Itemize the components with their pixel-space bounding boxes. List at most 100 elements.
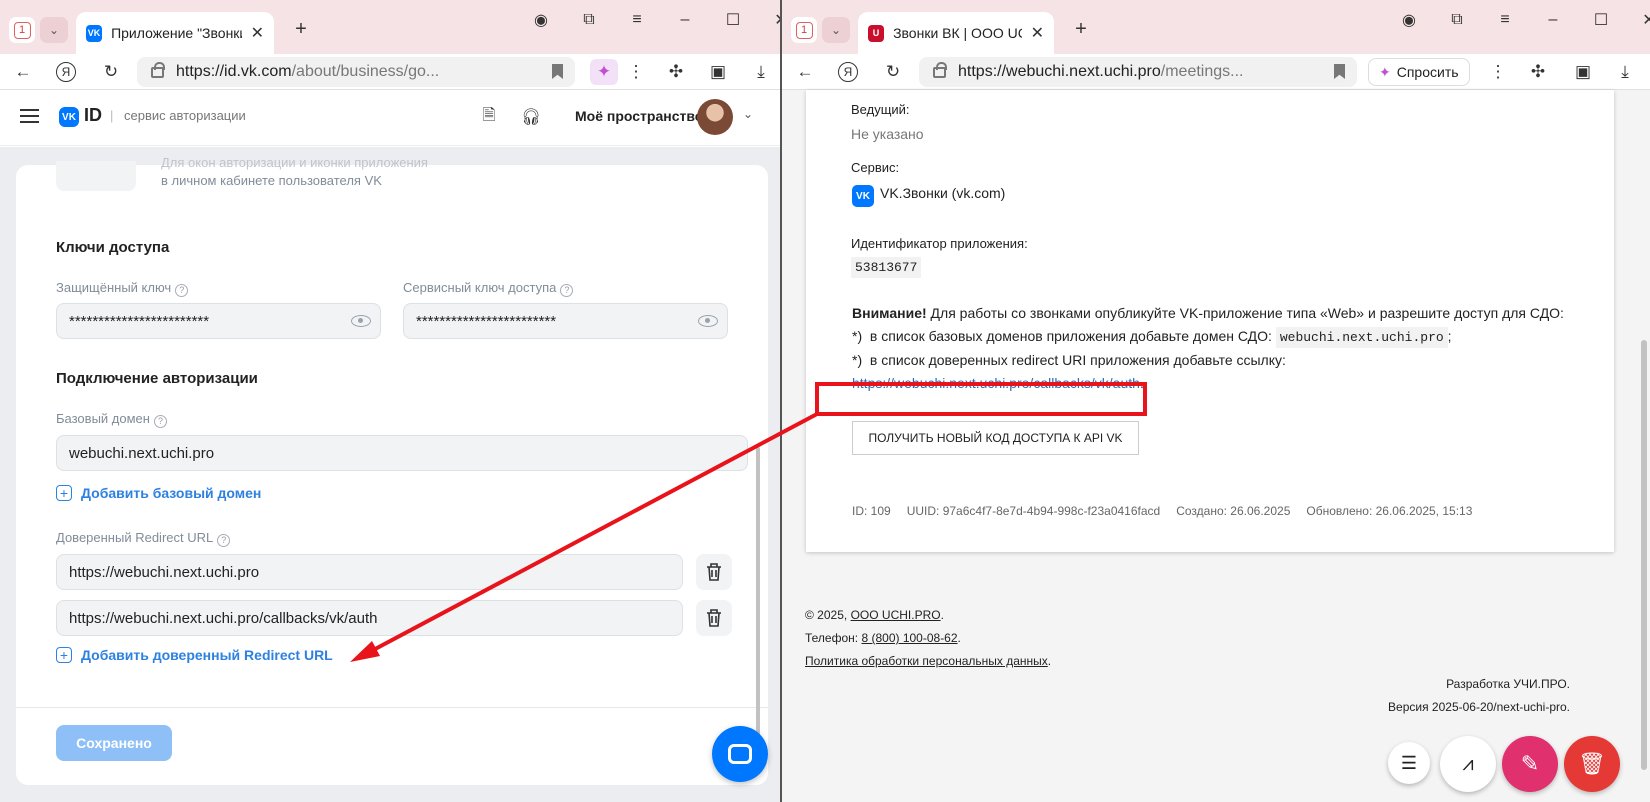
- ask-button[interactable]: ✦ Спросить: [1368, 58, 1470, 86]
- access-keys-title: Ключи доступа: [56, 239, 170, 256]
- alice-icon: ✦: [1379, 63, 1391, 80]
- vk-favicon-icon: VK: [86, 24, 103, 42]
- redirect-url-input-1[interactable]: https://webuchi.next.uchi.pro: [56, 554, 683, 590]
- tab-list-chevron-icon[interactable]: ⌄: [40, 17, 68, 43]
- trash-icon[interactable]: [696, 554, 732, 590]
- tab-strip: 1 ⌄ U Звонки ВК | ООО UCHI ✕ + ◉ ⧉ ≡ – ☐…: [782, 0, 1650, 54]
- hamburger-icon[interactable]: [20, 109, 39, 123]
- step-2-prefix: *): [852, 352, 863, 368]
- phone-prefix: Телефон:: [805, 631, 859, 645]
- profile-icon[interactable]: ◉: [1400, 10, 1418, 30]
- new-tab-button[interactable]: +: [290, 18, 312, 40]
- reload-icon[interactable]: ↻: [882, 61, 904, 83]
- extensions-icon[interactable]: ✣: [665, 61, 687, 83]
- alice-icon[interactable]: ✦: [590, 59, 618, 85]
- help-icon[interactable]: ?: [153, 415, 167, 428]
- vk-service-icon: VK: [852, 185, 874, 207]
- minimize-button[interactable]: –: [1544, 11, 1562, 29]
- close-tab-icon[interactable]: ✕: [1031, 23, 1044, 43]
- step-2-text: в список доверенных redirect URI приложе…: [869, 352, 1286, 368]
- reload-icon[interactable]: ↻: [100, 61, 122, 83]
- collections-icon[interactable]: ⧉: [580, 11, 598, 29]
- get-access-code-button[interactable]: ПОЛУЧИТЬ НОВЫЙ КОД ДОСТУПА К API VK: [852, 421, 1139, 455]
- tab-counter-button[interactable]: 1: [9, 17, 35, 43]
- address-bar[interactable]: https://id.vk.com/about/business/go...: [137, 57, 575, 87]
- meta-uuid: UUID: 97a6c4f7-8e7d-4b94-998c-f23a0416fa…: [906, 504, 1161, 518]
- more-icon[interactable]: ⋮: [1487, 61, 1509, 83]
- browser-toolbar: ← Я ↻ https://webuchi.next.uchi.pro/meet…: [782, 54, 1650, 90]
- menu-icon[interactable]: ≡: [628, 11, 646, 29]
- add-base-domain-button[interactable]: + Добавить базовый домен: [56, 485, 261, 501]
- pencil-icon[interactable]: ✎: [1502, 736, 1558, 792]
- active-tab[interactable]: VK Приложение "Звонки д ✕: [76, 12, 274, 54]
- window-controls: ◉ ⧉ ≡ – ☐ ✕: [1400, 10, 1650, 30]
- minimize-button[interactable]: –: [676, 11, 694, 29]
- scrollbar[interactable]: [1640, 100, 1648, 802]
- phone-link[interactable]: 8 (800) 100-08-62: [861, 631, 957, 645]
- annotation-highlight-box: [815, 382, 1147, 416]
- redirect-url-input-2[interactable]: https://webuchi.next.uchi.pro/callbacks/…: [56, 600, 683, 636]
- scrollbar-thumb[interactable]: [1641, 340, 1647, 770]
- download-icon[interactable]: ⤓: [1614, 61, 1636, 83]
- help-icon[interactable]: ?: [175, 284, 189, 297]
- delete-icon[interactable]: 🗑︎: [1564, 736, 1620, 792]
- eye-icon[interactable]: [351, 315, 371, 327]
- address-bar[interactable]: https://webuchi.next.uchi.pro/meetings..…: [919, 57, 1357, 87]
- logo-separator: |: [110, 108, 114, 123]
- meta-id: ID: 109: [852, 504, 891, 518]
- privacy-link[interactable]: Политика обработки персональных данных: [805, 654, 1048, 668]
- workspace-label[interactable]: Моё пространство: [575, 108, 703, 124]
- close-tab-icon[interactable]: ✕: [251, 23, 264, 43]
- chart-icon[interactable]: ⩘: [1440, 736, 1496, 792]
- save-button[interactable]: Сохранено: [56, 725, 172, 761]
- chevron-down-icon[interactable]: ⌄: [743, 107, 753, 121]
- back-icon[interactable]: ←: [12, 61, 34, 83]
- back-icon[interactable]: ←: [794, 61, 816, 83]
- wallet-icon[interactable]: ▣: [707, 61, 729, 83]
- yandex-icon[interactable]: Я: [838, 62, 858, 82]
- maximize-button[interactable]: ☐: [724, 10, 742, 30]
- scrollbar[interactable]: [756, 447, 760, 737]
- service-label: Сервис:: [851, 160, 900, 175]
- active-tab[interactable]: U Звонки ВК | ООО UCHI ✕: [858, 12, 1054, 54]
- step-2: *) в список доверенных redirect URI прил…: [852, 352, 1286, 368]
- add-redirect-url-button[interactable]: + Добавить доверенный Redirect URL: [56, 647, 333, 663]
- redirect-url-value-1: https://webuchi.next.uchi.pro: [69, 563, 260, 581]
- extensions-icon[interactable]: ✣: [1527, 61, 1549, 83]
- download-icon[interactable]: ⤓: [750, 61, 772, 83]
- logo-id-text: ID: [84, 105, 102, 125]
- document-icon[interactable]: 🗎: [479, 107, 499, 127]
- company-link[interactable]: ООО UCHI.PRO: [851, 608, 941, 622]
- service-key-field[interactable]: ************************: [403, 303, 728, 339]
- help-icon[interactable]: ?: [217, 534, 231, 547]
- trash-icon[interactable]: [696, 600, 732, 636]
- maximize-button[interactable]: ☐: [1592, 10, 1610, 30]
- profile-icon[interactable]: ◉: [532, 10, 550, 30]
- more-icon[interactable]: ⋮: [625, 61, 647, 83]
- close-window-button[interactable]: ✕: [1640, 10, 1650, 30]
- new-tab-button[interactable]: +: [1070, 18, 1092, 40]
- tab-list-chevron-icon[interactable]: ⌄: [822, 17, 850, 43]
- bookmark-icon[interactable]: [1334, 64, 1345, 79]
- eye-icon[interactable]: [698, 315, 718, 327]
- tab-counter-button[interactable]: 1: [791, 17, 817, 43]
- yandex-icon[interactable]: Я: [56, 62, 76, 82]
- base-domain-input[interactable]: webuchi.next.uchi.pro: [56, 435, 748, 471]
- version-info: Версия 2025-06-20/next-uchi-pro.: [1388, 700, 1570, 714]
- service-key-label-text: Сервисный ключ доступа: [403, 280, 557, 295]
- collections-icon[interactable]: ⧉: [1448, 11, 1466, 29]
- avatar[interactable]: [697, 99, 733, 135]
- base-domain-label: Базовый домен?: [56, 411, 167, 428]
- chat-icon[interactable]: [712, 726, 768, 782]
- list-icon[interactable]: ☰: [1388, 742, 1430, 784]
- close-window-button[interactable]: ✕: [772, 10, 780, 30]
- add-base-domain-label: Добавить базовый домен: [81, 485, 262, 501]
- help-icon[interactable]: ?: [560, 284, 574, 297]
- wallet-icon[interactable]: ▣: [1572, 61, 1594, 83]
- redirect-url-label: Доверенный Redirect URL?: [56, 530, 231, 547]
- headset-icon[interactable]: 🎧︎: [521, 107, 541, 127]
- bookmark-icon[interactable]: [552, 64, 563, 79]
- menu-icon[interactable]: ≡: [1496, 11, 1514, 29]
- vk-logo-icon[interactable]: VK: [59, 107, 79, 127]
- protected-key-field[interactable]: ************************: [56, 303, 381, 339]
